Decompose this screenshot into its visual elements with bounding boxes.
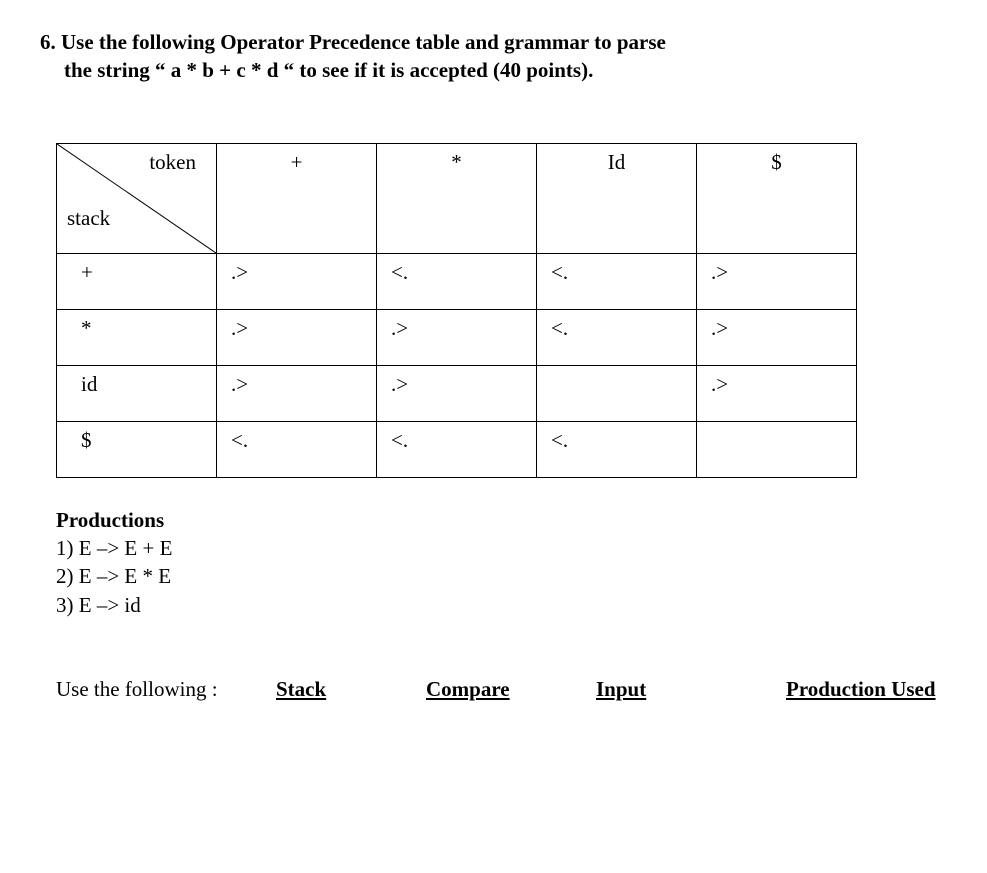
cell: <. xyxy=(377,253,537,309)
page: 6. Use the following Operator Precedence… xyxy=(0,0,987,873)
cell xyxy=(537,365,697,421)
corner-cell: token stack xyxy=(57,143,217,253)
col-header-star: * xyxy=(377,143,537,253)
cell: <. xyxy=(537,309,697,365)
trace-col-compare: Compare xyxy=(426,677,596,702)
production-item: 1) E –> E + E xyxy=(56,534,947,562)
trace-col-production: Production Used xyxy=(786,677,947,702)
table-row: $ <. <. <. xyxy=(57,421,857,477)
production-item: 2) E –> E * E xyxy=(56,562,947,590)
question-line2: the string “ a * b + c * d “ to see if i… xyxy=(40,56,947,84)
cell: .> xyxy=(377,365,537,421)
precedence-table: token stack + * Id $ + .> <. <. .> * .> … xyxy=(56,143,857,478)
trace-col-stack: Stack xyxy=(276,677,426,702)
table-header-row: token stack + * Id $ xyxy=(57,143,857,253)
productions-title: Productions xyxy=(56,506,947,534)
cell: .> xyxy=(697,253,857,309)
cell: .> xyxy=(377,309,537,365)
col-header-id: Id xyxy=(537,143,697,253)
cell: .> xyxy=(697,365,857,421)
col-header-plus: + xyxy=(217,143,377,253)
cell: .> xyxy=(697,309,857,365)
table-row: id .> .> .> xyxy=(57,365,857,421)
productions-block: Productions 1) E –> E + E 2) E –> E * E … xyxy=(56,506,947,619)
question-line1: 6. Use the following Operator Precedence… xyxy=(40,28,947,56)
row-header-star: * xyxy=(57,309,217,365)
row-header-dollar: $ xyxy=(57,421,217,477)
trace-lead: Use the following : xyxy=(56,677,276,702)
cell: <. xyxy=(217,421,377,477)
cell: <. xyxy=(537,421,697,477)
cell: <. xyxy=(537,253,697,309)
question-block: 6. Use the following Operator Precedence… xyxy=(40,28,947,85)
table-row: + .> <. <. .> xyxy=(57,253,857,309)
cell: .> xyxy=(217,309,377,365)
cell: .> xyxy=(217,253,377,309)
trace-header: Use the following : Stack Compare Input … xyxy=(56,677,947,702)
trace-col-input: Input xyxy=(596,677,786,702)
cell: .> xyxy=(217,365,377,421)
cell: <. xyxy=(377,421,537,477)
cell xyxy=(697,421,857,477)
corner-token-label: token xyxy=(149,150,196,175)
table-row: * .> .> <. .> xyxy=(57,309,857,365)
col-header-dollar: $ xyxy=(697,143,857,253)
row-header-id: id xyxy=(57,365,217,421)
corner-stack-label: stack xyxy=(67,206,110,231)
production-item: 3) E –> id xyxy=(56,591,947,619)
row-header-plus: + xyxy=(57,253,217,309)
